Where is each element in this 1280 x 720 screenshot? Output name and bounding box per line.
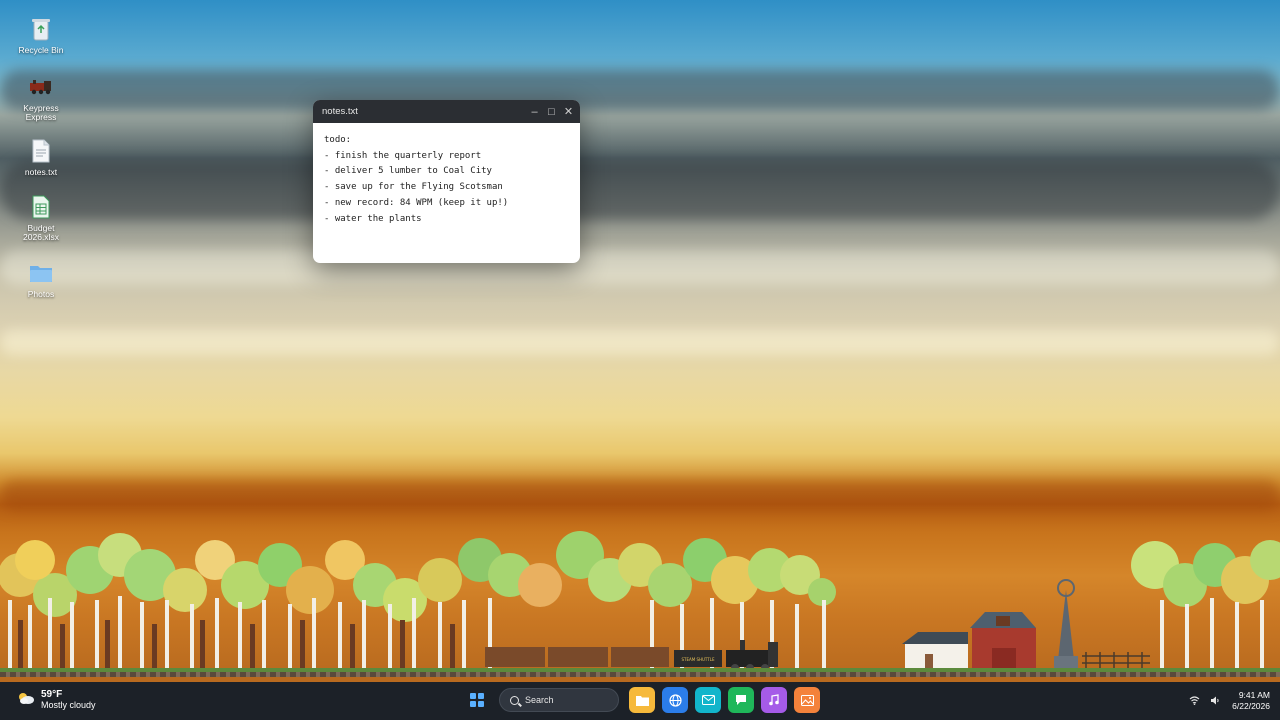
window-title: notes.txt <box>322 106 358 117</box>
windows-logo-tile <box>478 701 484 707</box>
recycle-bin-icon <box>28 16 54 42</box>
text-line: - new record: 84 WPM (keep it up!) <box>324 197 509 208</box>
sky-streak <box>0 70 1280 110</box>
text-line: - deliver 5 lumber to Coal City <box>324 166 492 177</box>
weather-widget[interactable]: 59°F Mostly cloudy <box>17 690 96 710</box>
railway-track <box>0 672 1280 677</box>
taskbar-search[interactable]: Search <box>499 688 619 712</box>
desktop-icon-label: Keypress Express <box>23 103 59 123</box>
clock[interactable]: 9:41 AM 6/22/2026 <box>1232 690 1270 712</box>
desktop-icon-label: Budget 2026.xlsx <box>23 223 59 243</box>
wifi-icon[interactable] <box>1189 695 1200 707</box>
desktop-icon-photos[interactable]: Photos <box>14 260 68 299</box>
music-button[interactable] <box>761 687 787 713</box>
file-explorer-button[interactable] <box>629 687 655 713</box>
train-sign: STEAM SHUTTLE <box>681 657 714 662</box>
folder-icon <box>635 695 649 706</box>
music-note-icon <box>769 694 779 706</box>
system-tray: 9:41 AM 6/22/2026 <box>1179 690 1270 712</box>
desktop-icon-label: notes.txt <box>24 167 58 177</box>
window-titlebar[interactable]: notes.txt – □ ✕ <box>313 100 580 123</box>
image-icon <box>800 694 814 706</box>
spreadsheet-icon <box>28 194 54 220</box>
mail-icon <box>701 695 715 705</box>
chat-bubble-icon <box>736 695 746 705</box>
globe-icon <box>668 693 682 707</box>
messages-button[interactable] <box>728 687 754 713</box>
mail-button[interactable] <box>695 687 721 713</box>
farmhouse-icon <box>902 632 968 670</box>
desktop-icon-notes[interactable]: notes.txt <box>14 138 68 177</box>
folder-icon <box>28 260 54 286</box>
sky-streak <box>0 480 1280 510</box>
barn-icon <box>970 612 1036 670</box>
search-icon <box>510 695 519 705</box>
cloudy-sun-icon <box>17 691 35 710</box>
text-file-icon <box>28 138 54 164</box>
desktop-icon-label: Recycle Bin <box>18 45 64 55</box>
browser-button[interactable] <box>662 687 688 713</box>
desktop-icon-recycle-bin[interactable]: Recycle Bin <box>14 16 68 55</box>
desktop-icon-label: Photos <box>27 289 55 299</box>
close-button[interactable]: ✕ <box>560 100 577 123</box>
windows-logo-tile <box>470 701 476 707</box>
text-line: - finish the quarterly report <box>324 150 482 161</box>
minimize-button[interactable]: – <box>526 100 543 123</box>
wallpaper-scenery: STEAM SHUTTLE <box>0 531 1280 672</box>
text-line: - save up for the Flying Scotsman <box>324 182 503 193</box>
taskbar: 59°F Mostly cloudy Search 9:41 AM 6/22/2… <box>0 682 1280 720</box>
volume-icon[interactable] <box>1210 696 1220 707</box>
windmill-icon <box>1054 579 1078 670</box>
photos-button[interactable] <box>794 687 820 713</box>
start-button[interactable] <box>464 687 490 713</box>
windows-logo-tile <box>470 693 476 699</box>
text-editor-area[interactable]: todo: - finish the quarterly report - deli… <box>313 123 580 237</box>
train-game-icon <box>28 74 54 100</box>
sky-streak <box>0 250 1280 285</box>
maximize-button[interactable]: □ <box>543 100 560 123</box>
notes-window[interactable]: notes.txt – □ ✕ todo: - finish the quarte… <box>313 100 580 263</box>
search-label: Search <box>525 695 554 705</box>
sky-streak <box>0 330 1280 355</box>
desktop-icon-budget[interactable]: Budget 2026.xlsx <box>14 194 68 243</box>
text-line: todo: <box>324 135 352 145</box>
clock-time: 9:41 AM <box>1238 690 1270 700</box>
weather-temperature: 59°F <box>41 689 63 700</box>
windows-logo-tile <box>478 693 484 699</box>
text-line: - water the plants <box>324 213 422 224</box>
sky-streak <box>0 160 1280 220</box>
weather-condition: Mostly cloudy <box>41 700 96 710</box>
clock-date: 6/22/2026 <box>1232 701 1270 711</box>
desktop-icon-keypress-express[interactable]: Keypress Express <box>14 74 68 123</box>
